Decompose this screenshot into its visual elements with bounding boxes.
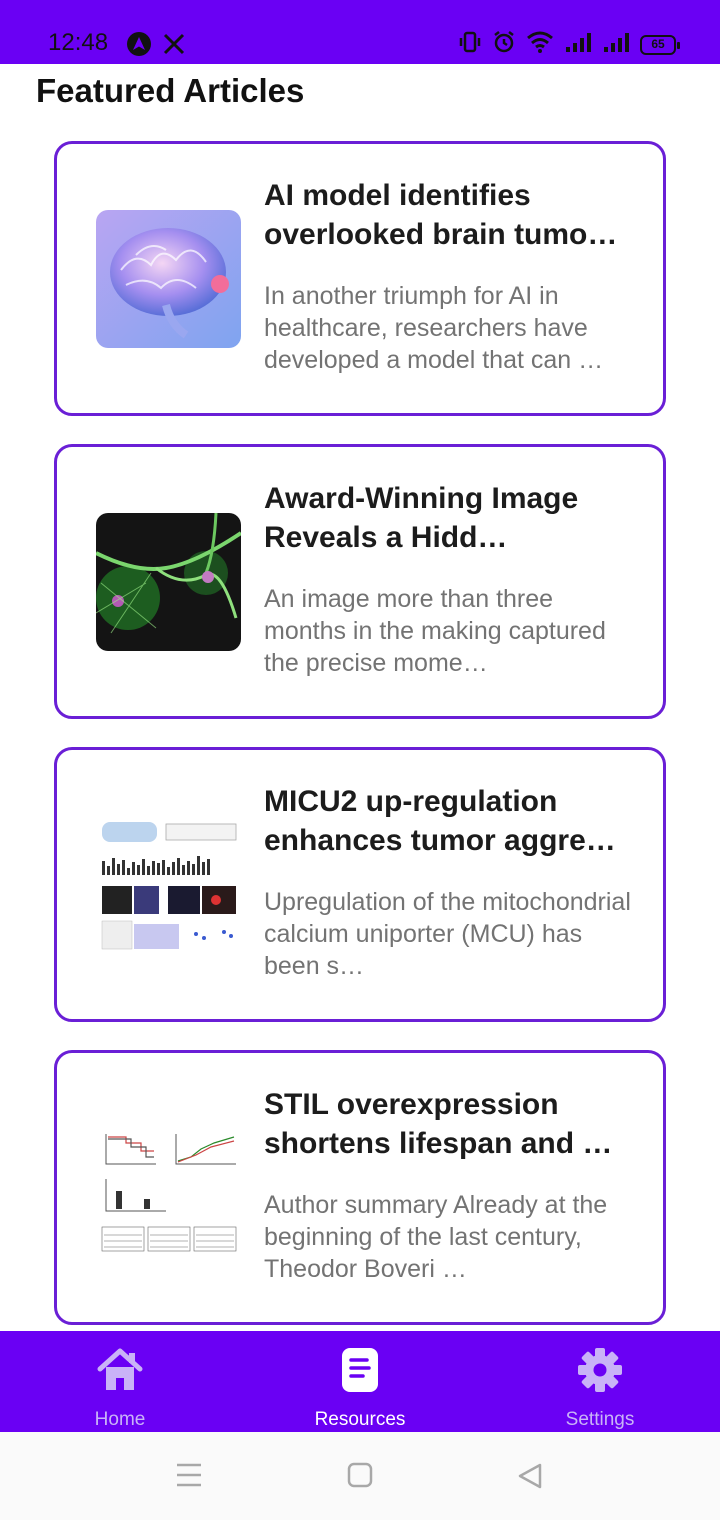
- home-icon: [96, 1347, 144, 1398]
- battery-icon: 65: [640, 34, 680, 55]
- status-bar: 12:48 65: [0, 0, 720, 64]
- article-title: AI model identifies overlooked brain tum…: [264, 179, 618, 251]
- signal-icon-2: [602, 31, 630, 58]
- vibrate-icon: [458, 30, 482, 59]
- alarm-icon: [492, 30, 516, 59]
- article-card[interactable]: AI model identifies overlooked brain tum…: [54, 141, 666, 416]
- article-description: Author summary Already at the beginning …: [264, 1191, 608, 1283]
- status-time: 12:48: [48, 29, 109, 56]
- article-card[interactable]: Award-Winning Image Reveals a Hidd… An i…: [54, 444, 666, 719]
- article-description: Upregulation of the mitochondrial calciu…: [264, 888, 631, 980]
- nav-item-resources[interactable]: Resources: [240, 1331, 480, 1432]
- article-thumbnail: [96, 210, 241, 348]
- bottom-navigation: Home Resources Settings: [0, 1331, 720, 1432]
- article-card[interactable]: MICU2 up-regulation enhances tumor aggre…: [54, 747, 666, 1022]
- article-description: An image more than three months in the m…: [264, 585, 606, 677]
- article-thumbnail: [96, 816, 241, 954]
- page-title: Featured Articles: [36, 72, 305, 109]
- nav-item-settings[interactable]: Settings: [480, 1331, 720, 1432]
- wifi-icon: [526, 30, 554, 59]
- home-square-icon[interactable]: [347, 1462, 373, 1493]
- menu-icon[interactable]: [175, 1462, 203, 1493]
- x-app-icon: [162, 32, 186, 61]
- signal-icon: [564, 31, 592, 58]
- document-icon: [341, 1347, 379, 1398]
- article-thumbnail: [96, 1119, 241, 1257]
- nav-label-settings: Settings: [565, 1409, 635, 1430]
- navigation-app-icon: [126, 31, 152, 62]
- gear-icon: [577, 1347, 623, 1398]
- article-description: In another triumph for AI in healthcare,…: [264, 282, 604, 374]
- nav-label-home: Home: [94, 1409, 146, 1430]
- article-title: Award-Winning Image Reveals a Hidd…: [264, 482, 579, 554]
- article-list: AI model identifies overlooked brain tum…: [54, 141, 666, 1353]
- back-icon[interactable]: [516, 1462, 544, 1495]
- article-title: STIL overexpression shortens lifespan an…: [264, 1088, 613, 1160]
- system-navigation-bar: [0, 1432, 720, 1520]
- nav-item-home[interactable]: Home: [0, 1331, 240, 1432]
- article-thumbnail: [96, 513, 241, 651]
- nav-label-resources: Resources: [314, 1409, 406, 1430]
- article-card[interactable]: STIL overexpression shortens lifespan an…: [54, 1050, 666, 1325]
- article-title: MICU2 up-regulation enhances tumor aggre…: [264, 785, 616, 857]
